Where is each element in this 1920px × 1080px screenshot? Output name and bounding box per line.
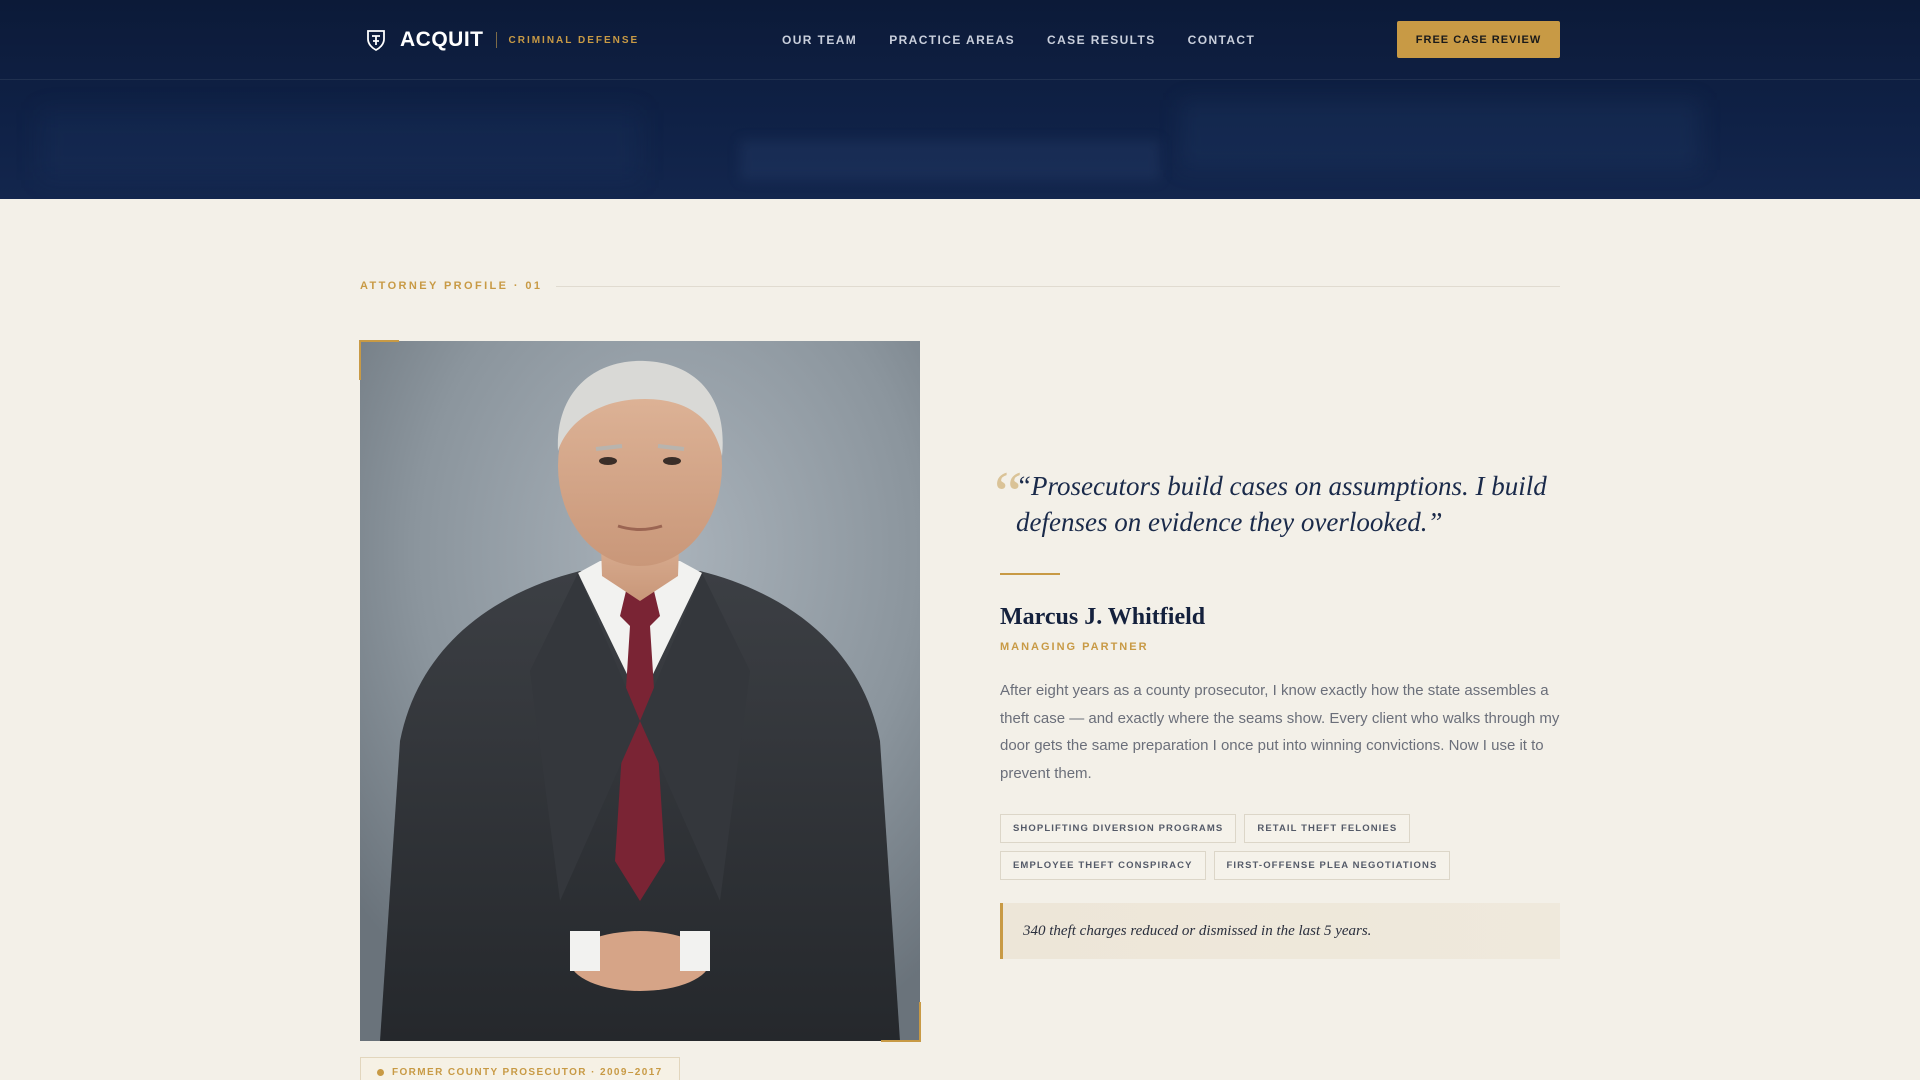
free-case-review-button[interactable]: FREE CASE REVIEW bbox=[1397, 21, 1560, 58]
badge-dot-icon bbox=[377, 1068, 384, 1076]
result-stat-text: 340 theft charges reduced or dismissed i… bbox=[1023, 922, 1372, 939]
attorney-name: Marcus J. Whitfield bbox=[1000, 604, 1206, 630]
nav-link-practice-areas[interactable]: PRACTICE AREAS bbox=[889, 33, 1015, 47]
hero-banner: ACQUIT CRIMINAL DEFENSE OUR TEAM PRACTIC… bbox=[0, 0, 1920, 199]
section-label: ATTORNEY PROFILE · 01 bbox=[360, 280, 543, 292]
nav-link-contact[interactable]: CONTACT bbox=[1188, 33, 1256, 47]
section-divider bbox=[556, 285, 1560, 287]
shield-crest-icon bbox=[367, 30, 385, 52]
attorney-photo bbox=[360, 341, 920, 1041]
brand-divider bbox=[495, 32, 497, 48]
hero-glow bbox=[40, 110, 640, 180]
tag-employee-theft-conspiracy[interactable]: EMPLOYEE THEFT CONSPIRACY bbox=[1000, 851, 1206, 880]
experience-badge: FORMER COUNTY PROSECUTOR · 2009–2017 bbox=[360, 1057, 680, 1080]
practice-tags: SHOPLIFTING DIVERSION PROGRAMS RETAIL TH… bbox=[1000, 814, 1560, 880]
tag-shoplifting-diversion[interactable]: SHOPLIFTING DIVERSION PROGRAMS bbox=[1000, 814, 1237, 843]
attorney-quote: “Prosecutors build cases on assumptions.… bbox=[1016, 471, 1547, 537]
frame-corner-accent bbox=[359, 340, 399, 380]
brand-logo[interactable]: ACQUIT CRIMINAL DEFENSE bbox=[364, 28, 639, 52]
tag-retail-theft-felonies[interactable]: RETAIL THEFT FELONIES bbox=[1244, 814, 1411, 843]
result-stat-callout: 340 theft charges reduced or dismissed i… bbox=[1000, 903, 1560, 959]
section-header: ATTORNEY PROFILE · 01 bbox=[360, 280, 1560, 292]
nav-link-our-team[interactable]: OUR TEAM bbox=[782, 33, 857, 47]
top-nav: ACQUIT CRIMINAL DEFENSE OUR TEAM PRACTIC… bbox=[0, 0, 1920, 80]
attorney-bio: After eight years as a county prosecutor… bbox=[1000, 682, 1560, 782]
brand-name: ACQUIT bbox=[400, 28, 484, 51]
nav-link-case-results[interactable]: CASE RESULTS bbox=[1047, 33, 1156, 47]
hero-glow bbox=[1180, 100, 1700, 170]
attorney-photo-frame bbox=[359, 340, 921, 1042]
badge-text: FORMER COUNTY PROSECUTOR · 2009–2017 bbox=[392, 1066, 663, 1078]
quote-divider bbox=[1000, 573, 1060, 575]
attorney-role: MANAGING PARTNER bbox=[1000, 641, 1149, 653]
nav-links: OUR TEAM PRACTICE AREAS CASE RESULTS CON… bbox=[782, 33, 1255, 47]
frame-corner-accent bbox=[881, 1002, 921, 1042]
tag-first-offense-plea[interactable]: FIRST-OFFENSE PLEA NEGOTIATIONS bbox=[1213, 851, 1451, 880]
attorney-portrait-illustration bbox=[360, 341, 920, 1041]
hero-glow bbox=[740, 140, 1160, 180]
brand-tagline: CRIMINAL DEFENSE bbox=[508, 34, 640, 46]
